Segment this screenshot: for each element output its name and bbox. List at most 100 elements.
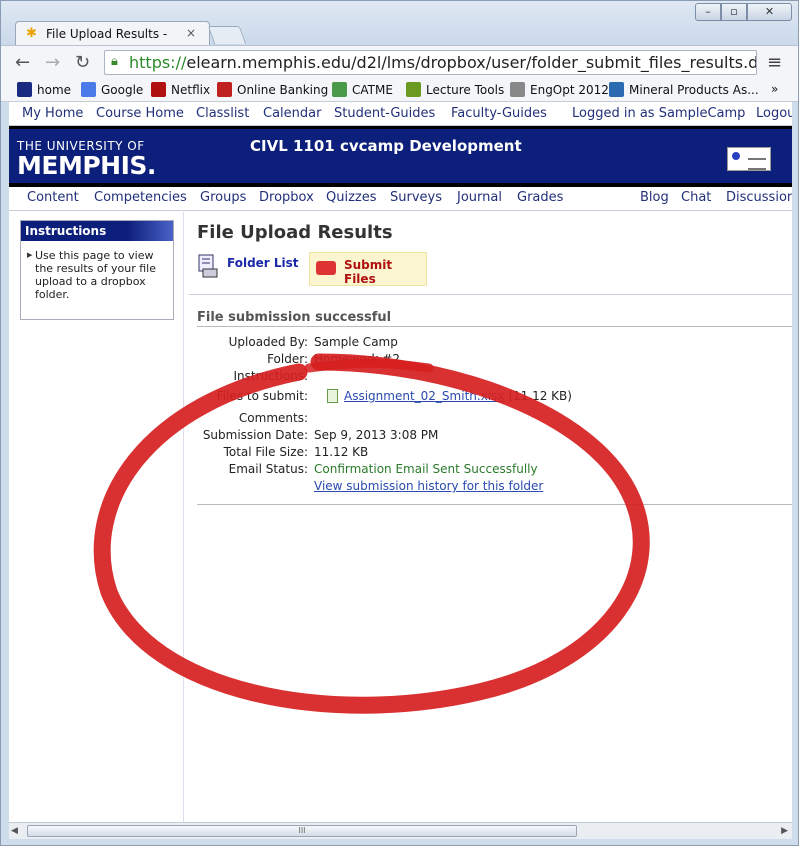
mineral-icon xyxy=(609,82,624,97)
instructions-text: Use this page to view the results of you… xyxy=(35,249,156,301)
topnav-faculty-guides[interactable]: Faculty-Guides xyxy=(451,106,547,121)
tab-title: File Upload Results - CIVL xyxy=(46,27,171,41)
minimize-button[interactable]: – xyxy=(695,3,721,21)
tab-grades[interactable]: Grades xyxy=(517,190,563,205)
total-size-value: 11.12 KB xyxy=(314,445,369,459)
university-logo[interactable]: MEMPHIS. xyxy=(17,151,156,180)
submission-date-value: Sep 9, 2013 3:08 PM xyxy=(314,428,439,442)
page-icon xyxy=(510,82,525,97)
tab-discussions[interactable]: Discussions xyxy=(726,190,792,205)
catme-icon xyxy=(332,82,347,97)
tab-surveys[interactable]: Surveys xyxy=(390,190,442,205)
topnav-classlist[interactable]: Classlist xyxy=(196,106,249,121)
tab-blog[interactable]: Blog xyxy=(640,190,669,205)
scroll-left-icon[interactable]: ◀ xyxy=(11,826,18,836)
bookmarks-bar: home Google Netflix Online Banking CATME Lect… xyxy=(1,78,798,102)
email-status-label: Email Status: xyxy=(228,462,308,476)
logged-in-user[interactable]: Logged in as SampleCamp xyxy=(572,106,745,121)
topnav-course-home[interactable]: Course Home xyxy=(96,106,184,121)
instructions-heading: Instructions xyxy=(21,221,173,241)
page-title: File Upload Results xyxy=(197,222,393,243)
divider xyxy=(189,294,792,295)
paw-icon xyxy=(17,82,32,97)
web-page: My Home Course Home Classlist Calendar Stude… xyxy=(9,102,792,822)
bookmark-lecture-tools[interactable]: Lecture Tools xyxy=(406,82,504,97)
tab-close-icon[interactable]: × xyxy=(186,26,196,40)
file-entry: Assignment_02_Smith.xlsx (11.12 KB) xyxy=(327,389,572,403)
bookmark-engopt-2012[interactable]: EngOpt 2012 xyxy=(510,82,609,97)
submission-date-label: Submission Date: xyxy=(202,428,308,442)
sidebar: Instructions ▶ Use this page to view the… xyxy=(9,212,184,822)
submission-history-link[interactable]: View submission history for this folder xyxy=(314,479,543,493)
files-label: Files to submit: xyxy=(216,389,308,403)
browser-window: ✱ File Upload Results - CIVL × – ▫ ✕ ← →… xyxy=(0,0,799,846)
uploaded-by-label: Uploaded By: xyxy=(228,335,308,349)
bookmark-home[interactable]: home xyxy=(17,82,71,97)
tab-groups[interactable]: Groups xyxy=(200,190,246,205)
tab-content[interactable]: Content xyxy=(27,190,79,205)
tab-quizzes[interactable]: Quizzes xyxy=(326,190,377,205)
topnav-calendar[interactable]: Calendar xyxy=(263,106,321,121)
file-size: (11.12 KB) xyxy=(508,389,572,403)
tab-journal[interactable]: Journal xyxy=(457,190,502,205)
scrollbar-thumb[interactable]: III xyxy=(27,825,577,837)
browser-tab[interactable]: ✱ File Upload Results - CIVL × xyxy=(15,21,210,45)
horizontal-scrollbar[interactable]: ◀ III ▶ xyxy=(9,822,792,839)
bookmark-netflix[interactable]: Netflix xyxy=(151,82,210,97)
section-title: File submission successful xyxy=(197,310,392,325)
bookmark-online-banking[interactable]: Online Banking xyxy=(217,82,328,97)
bookmark-label: Mineral Products As... xyxy=(629,83,759,97)
bookmark-catme[interactable]: CATME xyxy=(332,82,393,97)
submit-files-button[interactable]: Submit Files xyxy=(309,252,427,286)
title-bar: ✱ File Upload Results - CIVL × – ▫ ✕ xyxy=(1,1,798,45)
course-navbar: Content Competencies Groups Dropbox Quizzes S… xyxy=(9,187,792,211)
tab-chat[interactable]: Chat xyxy=(681,190,711,205)
reload-icon[interactable]: ↻ xyxy=(75,52,90,73)
lecturetools-icon xyxy=(406,82,421,97)
back-arrow-icon[interactable]: ← xyxy=(15,52,30,73)
tab-dropbox[interactable]: Dropbox xyxy=(259,190,314,205)
divider xyxy=(197,504,792,505)
divider xyxy=(197,326,792,327)
course-title: CIVL 1101 cvcamp Development xyxy=(250,137,522,155)
menu-icon[interactable]: ≡ xyxy=(767,52,782,73)
bookmark-label: Google xyxy=(101,83,144,97)
instructions-panel: Instructions ▶ Use this page to view the… xyxy=(20,220,174,320)
total-size-label: Total File Size: xyxy=(223,445,308,459)
google-icon xyxy=(81,82,96,97)
bookmark-label: Lecture Tools xyxy=(426,83,505,97)
uploaded-by-value: Sample Camp xyxy=(314,335,398,349)
topnav-my-home[interactable]: My Home xyxy=(22,106,83,121)
address-bar[interactable]: 🔒︎ https://elearn.memphis.edu/d2l/lms/dr… xyxy=(104,50,757,75)
file-link[interactable]: Assignment_02_Smith.xlsx xyxy=(344,389,504,403)
netflix-icon xyxy=(151,82,166,97)
excel-file-icon xyxy=(327,389,338,403)
close-window-button[interactable]: ✕ xyxy=(747,3,792,21)
d2l-favicon-icon: ✱ xyxy=(26,26,37,41)
maximize-button[interactable]: ▫ xyxy=(721,3,747,21)
folder-list-link[interactable]: Folder List xyxy=(227,256,299,270)
bookmark-mineral-products-as[interactable]: Mineral Products As... xyxy=(609,82,759,97)
top-navbar: My Home Course Home Classlist Calendar Stude… xyxy=(9,102,792,126)
mail-icon[interactable] xyxy=(727,147,771,171)
tab-competencies[interactable]: Competencies xyxy=(94,190,187,205)
scroll-right-icon[interactable]: ▶ xyxy=(781,826,788,836)
bookmark-label: Online Banking xyxy=(237,83,329,97)
bank-icon xyxy=(217,82,232,97)
folder-value: Homework #2 xyxy=(314,352,400,366)
logout-link[interactable]: Logout xyxy=(756,106,792,121)
folder-list-icon[interactable] xyxy=(197,254,219,278)
bookmark-google[interactable]: Google xyxy=(81,82,143,97)
folder-label: Folder: xyxy=(267,352,308,366)
topnav-student-guides[interactable]: Student-Guides xyxy=(334,106,435,121)
forward-arrow-icon[interactable]: → xyxy=(45,52,60,73)
comments-label: Comments: xyxy=(238,411,308,425)
lock-icon: 🔒︎ xyxy=(111,54,118,69)
instructions-label: Instructions: xyxy=(233,369,308,383)
bookmark-label: EngOpt 2012 xyxy=(530,83,609,97)
bookmarks-overflow-icon[interactable]: » xyxy=(771,82,778,96)
new-tab-button[interactable] xyxy=(207,26,247,44)
bookmark-label: Netflix xyxy=(171,83,211,97)
submit-files-icon xyxy=(316,261,336,275)
submit-files-link[interactable]: Submit Files xyxy=(344,258,426,286)
